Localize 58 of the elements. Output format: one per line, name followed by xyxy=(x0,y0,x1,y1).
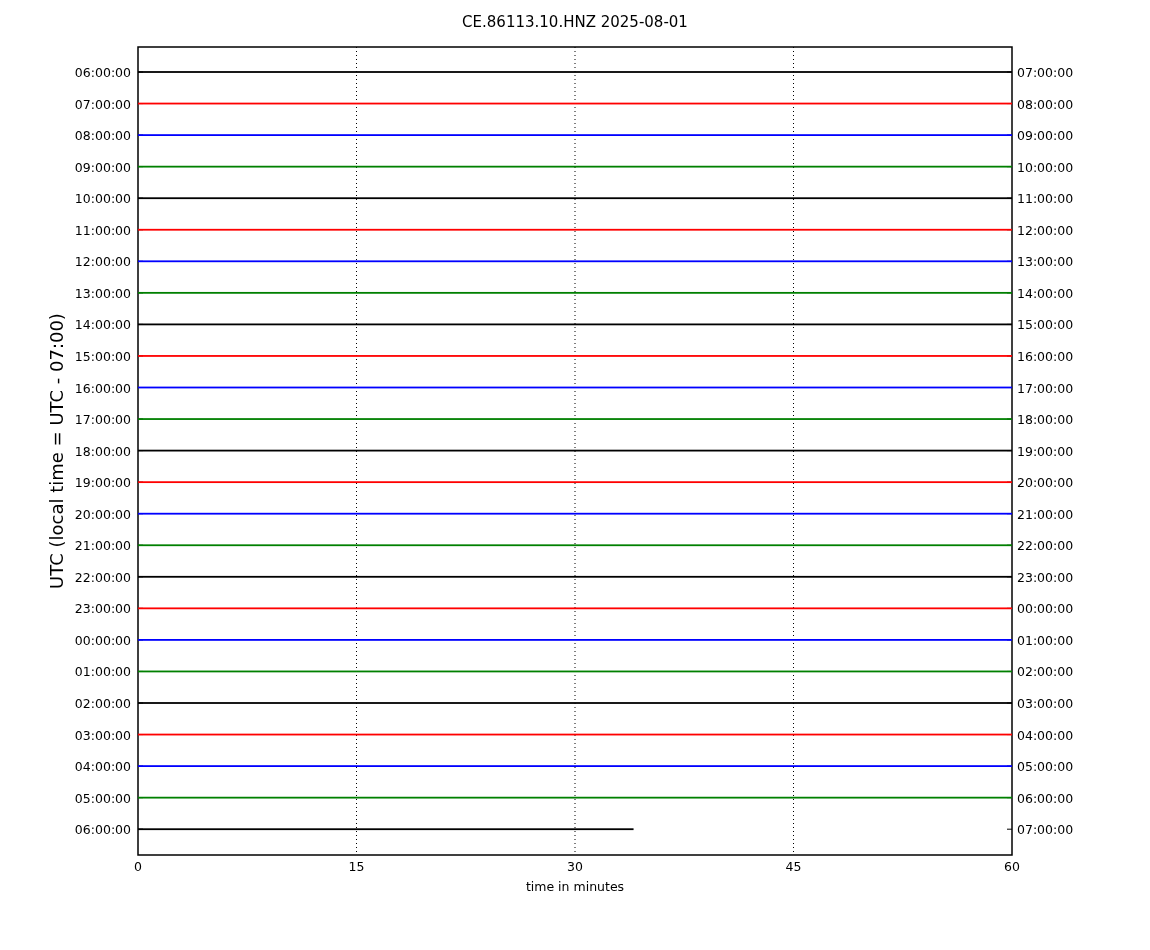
tick-label: 08:00:00 xyxy=(1017,96,1074,112)
tick-label: 08:00:00 xyxy=(74,128,131,144)
tick-label: 17:00:00 xyxy=(74,412,131,428)
tick-label: 23:00:00 xyxy=(1017,569,1074,585)
tick-label: 20:00:00 xyxy=(74,506,131,522)
tick-label: 21:00:00 xyxy=(74,538,131,554)
tick-label: 01:00:00 xyxy=(74,664,131,680)
tick-label: 19:00:00 xyxy=(1017,443,1074,459)
tick-label: 18:00:00 xyxy=(74,443,131,459)
tick-label: 15:00:00 xyxy=(74,348,131,364)
tick-label: 10:00:00 xyxy=(1017,159,1074,175)
tick-label: 04:00:00 xyxy=(1017,727,1074,743)
tick-label: 07:00:00 xyxy=(1017,65,1074,80)
tick-label: 07:00:00 xyxy=(74,96,131,112)
tick-label: 16:00:00 xyxy=(1017,348,1074,364)
tick-label: 01:00:00 xyxy=(1017,632,1074,648)
tick-label: 02:00:00 xyxy=(1017,664,1074,680)
tick-label: 00:00:00 xyxy=(1017,601,1074,617)
tick-label: 21:00:00 xyxy=(1017,506,1074,522)
tick-label: 20:00:00 xyxy=(1017,475,1074,491)
tick-label: 14:00:00 xyxy=(1017,285,1074,301)
tick-label: 13:00:00 xyxy=(74,285,131,301)
tick-label: 00:00:00 xyxy=(74,632,131,648)
tick-label: 18:00:00 xyxy=(1017,412,1074,428)
tick-label: 09:00:00 xyxy=(1017,128,1074,144)
tick-label: 15:00:00 xyxy=(1017,317,1074,333)
tick-label: 12:00:00 xyxy=(1017,222,1074,238)
tick-label: 23:00:00 xyxy=(74,601,131,617)
tick-label: 17:00:00 xyxy=(1017,380,1074,396)
tick-label: 0 xyxy=(134,859,142,874)
chart-title: CE.86113.10.HNZ 2025-08-01 xyxy=(462,13,688,31)
tick-label: 45 xyxy=(785,859,802,874)
tick-label: 05:00:00 xyxy=(1017,759,1074,775)
tick-label: 30 xyxy=(567,859,583,874)
tick-label: 02:00:00 xyxy=(74,696,131,711)
tick-label: 13:00:00 xyxy=(1017,254,1074,270)
tick-label: 22:00:00 xyxy=(1017,538,1074,554)
tick-label: 60 xyxy=(1004,859,1020,874)
tick-label: 15 xyxy=(348,859,365,874)
tick-label: 22:00:00 xyxy=(74,569,131,585)
tick-label: 10:00:00 xyxy=(74,191,131,207)
tick-label: 06:00:00 xyxy=(74,822,131,838)
tick-label: 09:00:00 xyxy=(74,159,131,175)
tick-label: 14:00:00 xyxy=(74,317,131,333)
tick-label: 03:00:00 xyxy=(74,727,131,743)
tick-label: 07:00:00 xyxy=(1017,822,1074,838)
tick-label: 06:00:00 xyxy=(1017,790,1074,806)
tick-label: 19:00:00 xyxy=(74,475,131,491)
tick-label: 06:00:00 xyxy=(74,65,131,80)
tick-label: 12:00:00 xyxy=(74,254,131,270)
tick-label: 16:00:00 xyxy=(74,380,131,396)
tick-label: 04:00:00 xyxy=(74,759,131,775)
axis-label: time in minutes xyxy=(525,879,625,894)
tick-label: 11:00:00 xyxy=(1017,191,1074,207)
tick-label: 05:00:00 xyxy=(74,790,131,806)
axis-label: UTC (local time = UTC - 07:00) xyxy=(46,313,67,589)
tick-label: 03:00:00 xyxy=(1017,696,1074,711)
tick-label: 11:00:00 xyxy=(74,222,131,238)
